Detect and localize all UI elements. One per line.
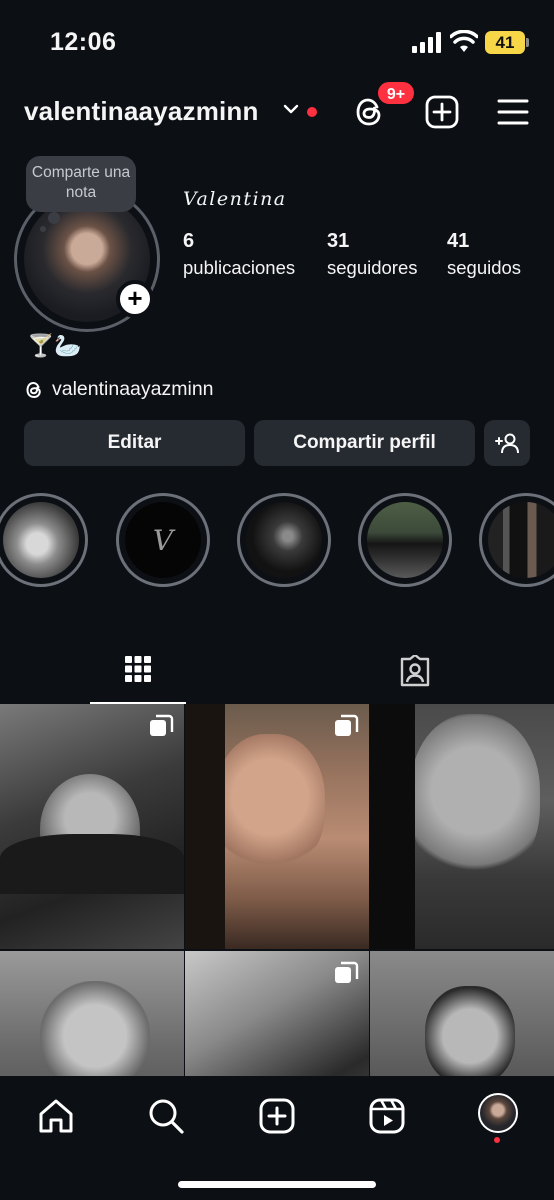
letter-v-icon: V bbox=[125, 502, 201, 578]
story-highlight-3[interactable] bbox=[237, 493, 331, 587]
display-name: Valentina bbox=[183, 188, 287, 210]
note-bubble-tail-dot bbox=[40, 226, 46, 232]
stat-posts[interactable]: 6 publicaciones bbox=[183, 230, 295, 279]
stat-followers-count: 31 bbox=[327, 230, 350, 252]
wifi-icon bbox=[450, 30, 478, 52]
menu-icon[interactable] bbox=[496, 96, 530, 128]
stat-followers[interactable]: 31 seguidores bbox=[327, 230, 418, 279]
story-highlight-1[interactable] bbox=[0, 493, 88, 587]
post-thumbnail[interactable] bbox=[185, 951, 369, 1076]
car-photo-icon bbox=[367, 502, 443, 578]
carousel-icon bbox=[150, 714, 174, 736]
share-profile-button[interactable]: Compartir perfil bbox=[254, 420, 475, 466]
threads-badge: 9+ bbox=[376, 80, 416, 106]
create-post-icon[interactable] bbox=[424, 94, 460, 130]
tab-posts-grid[interactable] bbox=[90, 640, 186, 704]
grid-icon bbox=[125, 656, 151, 682]
profile-notification-dot bbox=[494, 1137, 500, 1143]
home-icon[interactable] bbox=[36, 1096, 76, 1136]
chevron-down-icon[interactable] bbox=[282, 102, 300, 116]
story-highlight-5[interactable] bbox=[479, 493, 554, 587]
carousel-icon bbox=[335, 714, 359, 736]
note-bubble[interactable]: Comparte una nota bbox=[26, 156, 136, 212]
notification-dot bbox=[307, 107, 317, 117]
stat-following-label: seguidos bbox=[447, 257, 522, 278]
search-icon[interactable] bbox=[146, 1096, 186, 1136]
note-bubble-tail bbox=[48, 212, 60, 224]
tagged-icon[interactable] bbox=[398, 655, 432, 689]
story-highlight-4[interactable] bbox=[358, 493, 452, 587]
stat-following-count: 41 bbox=[447, 230, 470, 252]
battery-tip bbox=[526, 38, 529, 47]
discover-people-button[interactable] bbox=[484, 420, 530, 466]
add-story-button[interactable]: + bbox=[116, 280, 154, 318]
stat-posts-label: publicaciones bbox=[183, 257, 296, 278]
bottom-navigation bbox=[0, 1076, 554, 1200]
screens-photo-icon bbox=[488, 502, 554, 578]
post-thumbnail[interactable] bbox=[0, 951, 184, 1076]
baby-photo-icon bbox=[3, 502, 79, 578]
dark-photo-icon bbox=[246, 502, 322, 578]
carousel-icon bbox=[335, 961, 359, 983]
edit-profile-button[interactable]: Editar bbox=[24, 420, 245, 466]
profile-tab-avatar[interactable] bbox=[478, 1093, 518, 1133]
stat-followers-label: seguidores bbox=[327, 257, 418, 278]
threads-small-icon bbox=[26, 382, 41, 398]
story-highlight-2[interactable]: V bbox=[116, 493, 210, 587]
reels-icon[interactable] bbox=[367, 1096, 407, 1136]
status-bar: 12:06 41 bbox=[0, 0, 554, 88]
bio-text: 🍸🦢 bbox=[27, 333, 82, 358]
battery-indicator: 41 bbox=[485, 31, 525, 54]
stat-following[interactable]: 41 seguidos bbox=[447, 230, 521, 279]
posts-grid bbox=[0, 704, 554, 1076]
threads-handle: valentinaayazminn bbox=[52, 378, 214, 400]
cellular-signal-icon bbox=[412, 32, 441, 53]
post-thumbnail[interactable] bbox=[370, 704, 554, 949]
home-indicator bbox=[178, 1181, 376, 1188]
status-time: 12:06 bbox=[50, 28, 117, 56]
post-thumbnail[interactable] bbox=[185, 704, 369, 949]
profile-header: valentinaayazminn 9+ bbox=[0, 80, 554, 138]
username-switcher[interactable]: valentinaayazminn bbox=[24, 96, 259, 127]
profile-tab-bar bbox=[0, 640, 554, 704]
stat-posts-count: 6 bbox=[183, 230, 195, 252]
post-thumbnail[interactable] bbox=[370, 951, 554, 1076]
post-thumbnail[interactable] bbox=[0, 704, 184, 949]
create-icon[interactable] bbox=[257, 1096, 297, 1136]
add-person-icon bbox=[495, 433, 519, 454]
